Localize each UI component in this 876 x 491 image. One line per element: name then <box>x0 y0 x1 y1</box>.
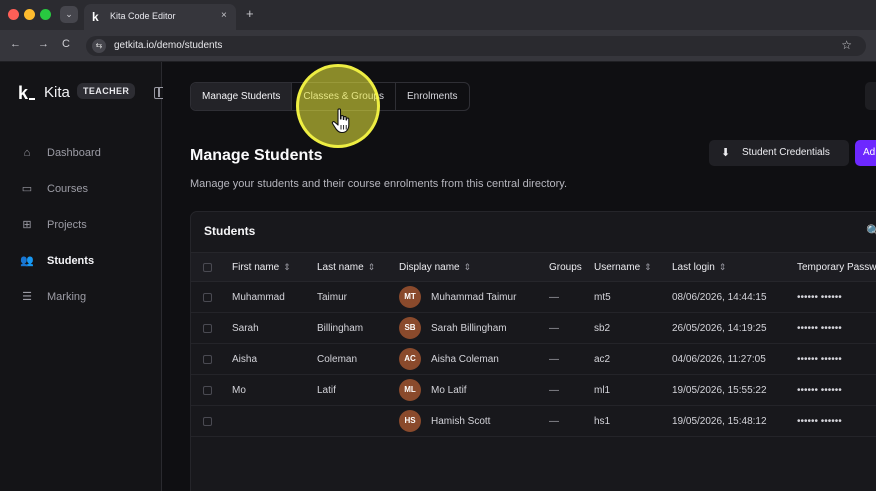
close-window-button[interactable] <box>8 9 19 20</box>
address-bar: ← → C ⇆ getkita.io/demo/students ☆ <box>0 30 876 62</box>
checklist-icon: ☰ <box>22 291 32 303</box>
avatar: SB <box>399 317 421 339</box>
page-title: Manage Students <box>190 147 323 164</box>
url-text: getkita.io/demo/students <box>114 40 223 51</box>
url-field[interactable]: ⇆ getkita.io/demo/students ☆ <box>86 36 866 56</box>
download-icon: ⬇ <box>721 147 731 159</box>
sidebar-item-marking[interactable]: ☰ Marking <box>20 290 150 306</box>
sort-icon: ⇕ <box>463 262 472 272</box>
table-header: First name ⇕ Last name ⇕ Display name ⇕ Gro… <box>191 252 876 282</box>
row-checkbox[interactable] <box>203 355 212 364</box>
column-temporary-password: Temporary Passw <box>797 262 876 273</box>
tab-title: Kita Code Editor <box>110 11 176 21</box>
bookmark-star-icon[interactable]: ☆ <box>841 38 852 52</box>
home-icon: ⌂ <box>23 147 31 159</box>
sidebar-item-students[interactable]: 👥 Students <box>20 254 150 270</box>
student-credentials-button[interactable]: ⬇ Student Credentials <box>709 140 849 166</box>
avatar: AC <box>399 348 421 370</box>
sort-icon: ⇕ <box>718 262 727 272</box>
kita-logo-icon[interactable]: k <box>18 83 35 104</box>
select-all-checkbox[interactable] <box>203 263 212 272</box>
reload-button[interactable]: C <box>62 38 70 50</box>
back-button[interactable]: ← <box>10 38 21 50</box>
project-icon: ⊞ <box>22 219 32 231</box>
avatar: MT <box>399 286 421 308</box>
brand-name: Kita <box>44 84 70 101</box>
column-first-name[interactable]: First name ⇕ <box>232 262 291 273</box>
table-row[interactable]: HS Hamish Scott — hs1 19/05/2026, 15:48:… <box>191 406 876 437</box>
forward-button[interactable]: → <box>38 38 49 50</box>
column-username[interactable]: Username ⇕ <box>594 262 652 273</box>
cursor-highlight <box>296 64 380 148</box>
site-settings-icon[interactable]: ⇆ <box>92 39 106 53</box>
browser-titlebar: ⌄ k Kita Code Editor × + <box>0 0 876 30</box>
row-checkbox[interactable] <box>203 324 212 333</box>
sidebar-item-courses[interactable]: ▭ Courses <box>20 182 150 198</box>
row-checkbox[interactable] <box>203 293 212 302</box>
row-checkbox[interactable] <box>203 386 212 395</box>
table-row[interactable]: Muhammad Taimur MT Muhammad Taimur — mt5… <box>191 282 876 313</box>
avatar: ML <box>399 379 421 401</box>
add-student-button[interactable]: Ad <box>855 140 876 166</box>
column-last-login[interactable]: Last login ⇕ <box>672 262 726 273</box>
sidebar-item-dashboard[interactable]: ⌂ Dashboard <box>20 146 150 162</box>
kita-favicon-icon: k <box>92 10 99 24</box>
column-last-name[interactable]: Last name ⇕ <box>317 262 375 273</box>
sidebar-item-projects[interactable]: ⊞ Projects <box>20 218 150 234</box>
browser-tab[interactable]: k Kita Code Editor × <box>84 4 236 30</box>
sidebar: k Kita TEACHER ⌂ Dashboard ▭ Courses ⊞ P… <box>0 62 162 491</box>
row-checkbox[interactable] <box>203 417 212 426</box>
column-display-name[interactable]: Display name ⇕ <box>399 262 471 273</box>
students-table-card: Students 🔍 First name ⇕ Last name ⇕ Displa… <box>190 211 876 491</box>
users-icon: 👥 <box>20 255 34 267</box>
main-content: Manage Students Classes & Groups Enrolme… <box>163 62 876 491</box>
top-right-control[interactable] <box>865 82 876 110</box>
column-groups: Groups <box>549 262 582 273</box>
minimize-window-button[interactable] <box>24 9 35 20</box>
tab-manage-students[interactable]: Manage Students <box>191 83 293 110</box>
maximize-window-button[interactable] <box>40 9 51 20</box>
tab-close-icon[interactable]: × <box>221 10 227 21</box>
sort-icon: ⇕ <box>283 262 291 272</box>
folder-icon: ▭ <box>21 183 33 195</box>
tab-list-button[interactable]: ⌄ <box>60 6 78 23</box>
hand-cursor-icon <box>331 108 350 134</box>
search-icon[interactable]: 🔍 <box>866 224 876 238</box>
page-subtitle: Manage your students and their course en… <box>190 178 568 190</box>
role-badge: TEACHER <box>77 83 136 99</box>
sort-icon: ⇕ <box>367 262 376 272</box>
table-row[interactable]: Sarah Billingham SB Sarah Billingham — s… <box>191 313 876 344</box>
table-title: Students <box>204 224 256 238</box>
new-tab-button[interactable]: + <box>246 6 254 21</box>
avatar: HS <box>399 410 421 432</box>
tab-enrolments[interactable]: Enrolments <box>396 83 469 110</box>
table-row[interactable]: Mo Latif ML Mo Latif — ml1 19/05/2026, 1… <box>191 375 876 406</box>
table-row[interactable]: Aisha Coleman AC Aisha Coleman — ac2 04/… <box>191 344 876 375</box>
sort-icon: ⇕ <box>644 262 652 272</box>
